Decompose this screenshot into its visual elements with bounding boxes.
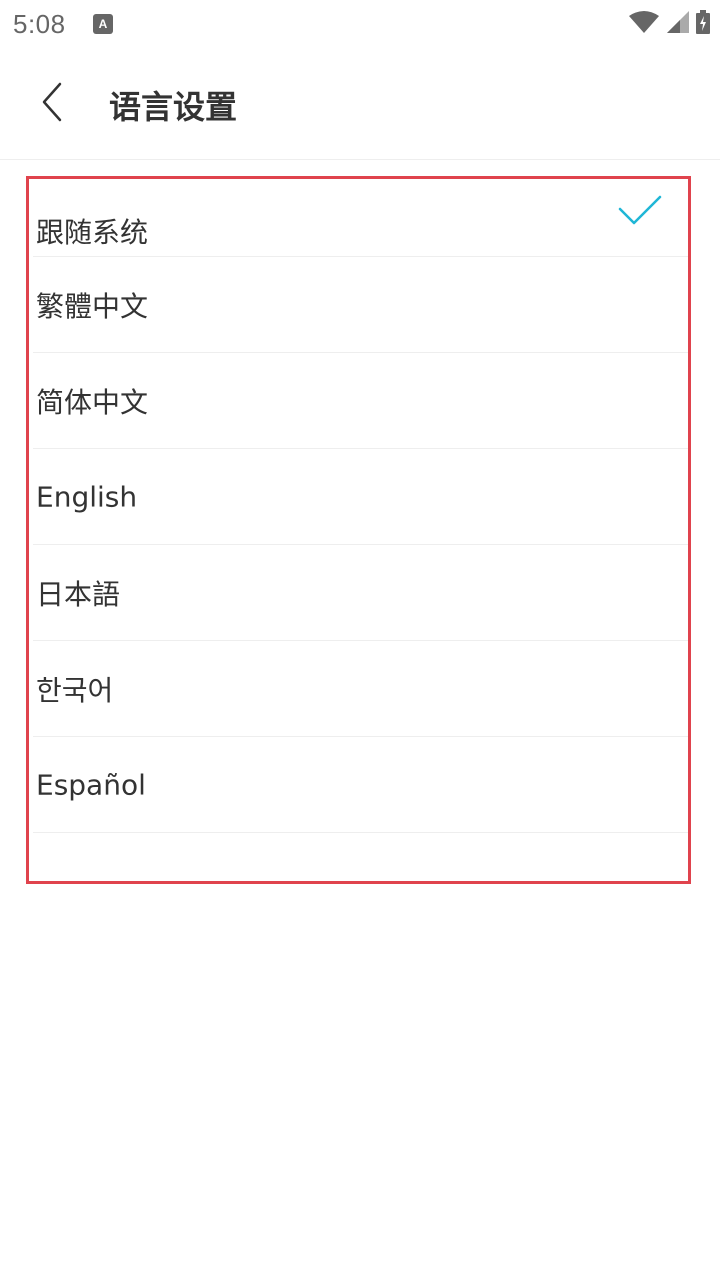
language-item-simplified-chinese[interactable]: 简体中文: [33, 353, 688, 449]
language-item-label: 跟随系统: [36, 216, 149, 249]
language-item-label: English: [36, 480, 138, 513]
language-list: 跟随系统 繁體中文 简体中文 English 日本語 한국어 Español: [33, 179, 688, 833]
signal-icon: [666, 10, 690, 38]
status-bar: 5:08 A: [0, 0, 720, 48]
language-item-label: Español: [36, 768, 146, 801]
language-item-traditional-chinese[interactable]: 繁體中文: [33, 257, 688, 353]
language-item-korean[interactable]: 한국어: [33, 641, 688, 737]
battery-charging-icon: [696, 10, 710, 38]
chevron-left-icon: [40, 82, 64, 126]
status-icons: [628, 10, 710, 38]
back-button[interactable]: [22, 74, 82, 134]
wifi-icon: [628, 10, 660, 38]
notification-app-icon: A: [92, 13, 114, 35]
language-item-label: 简体中文: [36, 385, 149, 419]
language-item-follow-system[interactable]: 跟随系统: [33, 179, 688, 257]
toolbar: 语言设置: [0, 48, 720, 160]
language-list-highlight: 跟随系统 繁體中文 简体中文 English 日本語 한국어 Español: [26, 176, 691, 884]
language-item-spanish[interactable]: Español: [33, 737, 688, 833]
check-icon: [618, 195, 662, 227]
language-item-english[interactable]: English: [33, 449, 688, 545]
page-title: 语言设置: [109, 88, 238, 126]
language-item-label: 繁體中文: [36, 289, 149, 323]
status-time: 5:08: [13, 9, 66, 39]
language-item-label: 한국어: [36, 673, 114, 707]
notification-app-letter: A: [99, 17, 108, 31]
language-item-japanese[interactable]: 日本語: [33, 545, 688, 641]
language-item-label: 日本語: [36, 577, 121, 611]
